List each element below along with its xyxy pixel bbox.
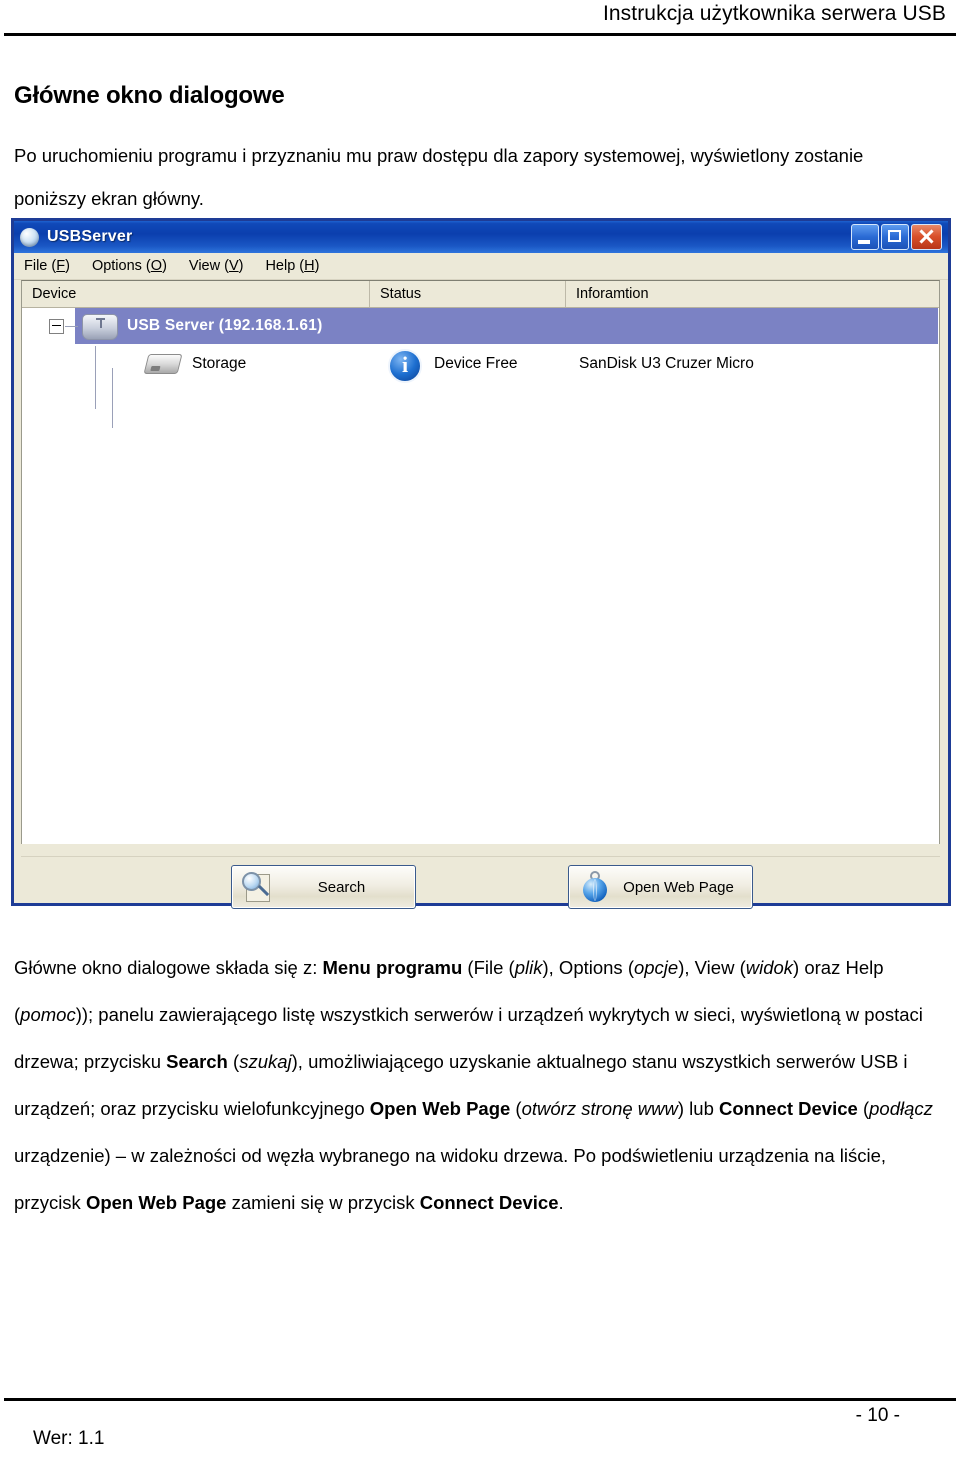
menu-item-view[interactable]: View (V) <box>189 258 244 274</box>
device-cell-information: SanDisk U3 Cruzer Micro <box>579 355 754 372</box>
window-controls <box>851 224 942 250</box>
exp-italic-widok: widok <box>745 956 794 978</box>
device-list-column-headers: Device Status Inforamtion <box>22 281 939 308</box>
column-header-information[interactable]: Inforamtion <box>566 281 939 307</box>
tree-row-storage-device[interactable]: Storage Device Free SanDisk U3 Cruzer Mi… <box>22 346 939 428</box>
intro-paragraph: Po uruchomieniu programu i przyznaniu mu… <box>14 144 864 209</box>
tree-row-server[interactable]: USB Server (192.168.1.61) <box>22 308 939 346</box>
tree-vertical-line-child <box>112 368 113 428</box>
maximize-button[interactable] <box>881 224 909 250</box>
storage-device-icon <box>143 354 183 374</box>
tree-vertical-line <box>95 346 96 409</box>
exp-bold-open-web-page-2: Open Web Page <box>85 1191 227 1213</box>
usbserver-application-window: USBServer File (F) Options (O) View (V) … <box>11 218 951 909</box>
exp-italic-opcje: opcje <box>633 956 679 978</box>
open-web-page-button-label: Open Web Page <box>623 878 734 896</box>
column-header-status[interactable]: Status <box>370 281 566 307</box>
exp-italic-szukaj: szukaj <box>239 1050 292 1072</box>
menu-item-options[interactable]: Options (O) <box>92 258 167 274</box>
exp-bold-search: Search <box>166 1050 228 1072</box>
page-title: Główne okno dialogowe <box>14 82 285 110</box>
tree-connector-line <box>65 326 78 327</box>
exp-italic-otworz-strone-www: otwórz stronę www <box>521 1097 678 1119</box>
footer-divider-rule <box>4 1398 956 1401</box>
explanation-paragraph: Główne okno dialogowe składa się z: Menu… <box>14 956 933 1213</box>
exp-bold-menu-programu: Menu programu <box>322 956 463 978</box>
running-header-text: Instrukcja użytkownika serwera USB <box>602 2 946 25</box>
page-number: - 10 - <box>855 1405 900 1426</box>
device-tree: USB Server (192.168.1.61) Storage Device… <box>22 308 939 844</box>
server-row-label: USB Server (192.168.1.61) <box>127 317 323 334</box>
info-status-icon <box>388 349 422 383</box>
search-icon <box>240 871 274 903</box>
window-button-bar: Search Open Web Page <box>21 856 940 909</box>
usbserver-app-icon <box>20 227 39 247</box>
minimize-icon <box>858 240 870 244</box>
usb-server-icon <box>82 314 118 340</box>
document-running-header: Instrukcja użytkownika serwera USB <box>0 0 960 40</box>
exp-bold-connect-device-2: Connect Device <box>419 1191 559 1213</box>
exp-italic-podlacz: podłącz <box>869 1097 933 1119</box>
close-button[interactable] <box>911 224 942 250</box>
device-list-frame: Device Status Inforamtion USB Server (19… <box>21 280 940 844</box>
window-title-text: USBServer <box>47 228 133 245</box>
minimize-button[interactable] <box>851 224 879 250</box>
device-cell-status: Device Free <box>434 355 518 372</box>
exp-italic-plik: plik <box>514 956 543 978</box>
menu-item-file[interactable]: File (F) <box>24 258 70 274</box>
device-cell-name: Storage <box>192 355 247 372</box>
search-button[interactable]: Search <box>231 865 416 909</box>
header-divider-rule <box>4 33 956 36</box>
document-version: Wer: 1.1 <box>33 1428 105 1449</box>
application-menubar: File (F) Options (O) View (V) Help (H) <box>14 253 948 280</box>
window-titlebar: USBServer <box>14 218 948 253</box>
column-header-device[interactable]: Device <box>22 281 370 307</box>
collapse-expander-icon[interactable] <box>49 319 64 334</box>
exp-bold-connect-device: Connect Device <box>719 1097 858 1119</box>
globe-icon <box>579 870 611 904</box>
exp-italic-pomoc: pomoc <box>20 1003 76 1025</box>
exp-text: Główne okno dialogowe składa się z: <box>14 956 323 978</box>
open-web-page-button[interactable]: Open Web Page <box>568 865 753 909</box>
maximize-icon <box>888 230 901 242</box>
exp-bold-open-web-page: Open Web Page <box>369 1097 511 1119</box>
search-button-label: Search <box>317 878 366 896</box>
menu-item-help[interactable]: Help (H) <box>265 258 319 274</box>
